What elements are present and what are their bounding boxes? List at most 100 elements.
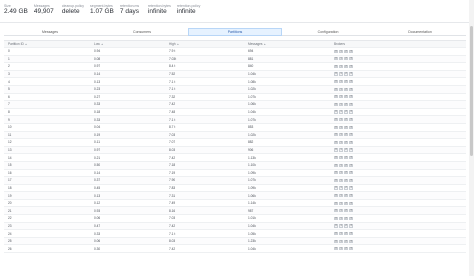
broker-button[interactable]: 3	[349, 140, 353, 145]
broker-button[interactable]: 2	[344, 72, 348, 76]
broker-button[interactable]: 0	[334, 186, 338, 190]
broker-button[interactable]: 0	[334, 72, 338, 76]
tab-messages[interactable]: Messages	[4, 28, 96, 36]
broker-button[interactable]: 2	[344, 216, 348, 220]
broker-button[interactable]: 0	[334, 209, 338, 213]
broker-button[interactable]: 0	[334, 201, 338, 205]
broker-button[interactable]: 1	[339, 171, 343, 175]
broker-button[interactable]: 1	[339, 57, 343, 61]
broker-button[interactable]: 1	[339, 239, 343, 243]
broker-button[interactable]: 0	[334, 110, 338, 114]
broker-button[interactable]: 0	[334, 140, 338, 145]
broker-button[interactable]: 2	[344, 231, 348, 236]
broker-button[interactable]: 1	[339, 87, 343, 91]
broker-button[interactable]: 2	[344, 49, 348, 53]
broker-button[interactable]: 3	[349, 64, 353, 69]
broker-button[interactable]: 2	[344, 201, 348, 205]
broker-button[interactable]: 2	[344, 163, 348, 167]
broker-button[interactable]: 1	[339, 148, 343, 152]
broker-button[interactable]: 3	[349, 224, 353, 228]
broker-button[interactable]: 0	[334, 148, 338, 152]
broker-button[interactable]: 2	[344, 133, 348, 137]
broker-button[interactable]: 3	[349, 87, 353, 91]
broker-button[interactable]: 0	[334, 118, 338, 122]
broker-button[interactable]: 0	[334, 216, 338, 220]
broker-button[interactable]: 2	[344, 156, 348, 160]
tab-documentation[interactable]: Documentation	[374, 28, 466, 36]
broker-button[interactable]: 1	[339, 125, 343, 129]
tab-configuration[interactable]: Configuration	[282, 28, 374, 36]
broker-button[interactable]: 1	[339, 133, 343, 137]
tab-consumers[interactable]: Consumers	[96, 28, 188, 36]
broker-button[interactable]: 0	[334, 102, 338, 107]
broker-button[interactable]: 1	[339, 49, 343, 53]
broker-button[interactable]: 1	[339, 186, 343, 190]
broker-button[interactable]: 3	[349, 72, 353, 76]
broker-button[interactable]: 1	[339, 95, 343, 99]
broker-button[interactable]: 2	[344, 239, 348, 243]
broker-button[interactable]: 2	[344, 87, 348, 91]
broker-button[interactable]: 3	[349, 201, 353, 205]
broker-button[interactable]: 3	[349, 148, 353, 152]
broker-button[interactable]: 0	[334, 156, 338, 160]
header-high[interactable]: High▲	[165, 42, 244, 46]
broker-button[interactable]: 1	[339, 64, 343, 69]
broker-button[interactable]: 3	[349, 80, 353, 84]
broker-button[interactable]: 3	[349, 125, 353, 129]
broker-button[interactable]: 3	[349, 216, 353, 220]
broker-button[interactable]: 0	[334, 87, 338, 91]
broker-button[interactable]: 3	[349, 49, 353, 53]
broker-button[interactable]: 0	[334, 247, 338, 251]
broker-button[interactable]: 1	[339, 247, 343, 251]
broker-button[interactable]: 3	[349, 231, 353, 236]
broker-button[interactable]: 2	[344, 247, 348, 251]
header-messages[interactable]: Messages▲	[244, 42, 330, 46]
broker-button[interactable]: 1	[339, 201, 343, 205]
broker-button[interactable]: 3	[349, 193, 353, 198]
broker-button[interactable]: 0	[334, 224, 338, 228]
broker-button[interactable]: 2	[344, 57, 348, 61]
broker-button[interactable]: 3	[349, 95, 353, 99]
broker-button[interactable]: 2	[344, 80, 348, 84]
broker-button[interactable]: 0	[334, 64, 338, 69]
broker-button[interactable]: 1	[339, 163, 343, 167]
broker-button[interactable]: 0	[334, 193, 338, 198]
broker-button[interactable]: 2	[344, 224, 348, 228]
broker-button[interactable]: 2	[344, 95, 348, 99]
broker-button[interactable]: 2	[344, 186, 348, 190]
broker-button[interactable]: 3	[349, 247, 353, 251]
broker-button[interactable]: 1	[339, 231, 343, 236]
broker-button[interactable]: 1	[339, 156, 343, 160]
broker-button[interactable]: 1	[339, 80, 343, 84]
broker-button[interactable]: 2	[344, 118, 348, 122]
broker-button[interactable]: 3	[349, 171, 353, 175]
broker-button[interactable]: 1	[339, 110, 343, 114]
header-low[interactable]: Low▲	[90, 42, 165, 46]
broker-button[interactable]: 1	[339, 178, 343, 182]
broker-button[interactable]: 1	[339, 209, 343, 213]
header-partition-id[interactable]: Partition ID▲	[4, 42, 90, 46]
broker-button[interactable]: 3	[349, 118, 353, 122]
broker-button[interactable]: 1	[339, 216, 343, 220]
broker-button[interactable]: 3	[349, 57, 353, 61]
broker-button[interactable]: 0	[334, 80, 338, 84]
broker-button[interactable]: 1	[339, 118, 343, 122]
broker-button[interactable]: 2	[344, 140, 348, 145]
scrollbar-thumb[interactable]	[470, 26, 473, 156]
broker-button[interactable]: 2	[344, 193, 348, 198]
broker-button[interactable]: 2	[344, 125, 348, 129]
scrollbar[interactable]	[469, 0, 474, 276]
broker-button[interactable]: 0	[334, 125, 338, 129]
broker-button[interactable]: 3	[349, 178, 353, 182]
broker-button[interactable]: 3	[349, 163, 353, 167]
broker-button[interactable]: 3	[349, 133, 353, 137]
broker-button[interactable]: 2	[344, 171, 348, 175]
broker-button[interactable]: 0	[334, 231, 338, 236]
broker-button[interactable]: 0	[334, 178, 338, 182]
broker-button[interactable]: 2	[344, 209, 348, 213]
broker-button[interactable]: 1	[339, 140, 343, 145]
broker-button[interactable]: 2	[344, 110, 348, 114]
broker-button[interactable]: 2	[344, 148, 348, 152]
broker-button[interactable]: 3	[349, 186, 353, 190]
broker-button[interactable]: 0	[334, 57, 338, 61]
